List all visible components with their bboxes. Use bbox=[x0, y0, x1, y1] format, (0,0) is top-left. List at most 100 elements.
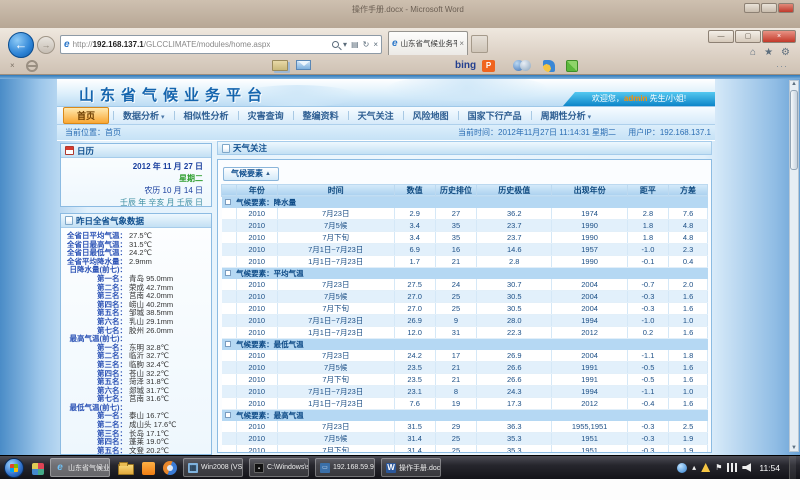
climate-element-button[interactable]: 气候要素 ▲ bbox=[223, 167, 279, 181]
close-button[interactable]: × bbox=[762, 30, 796, 43]
main-panel-body: 气候要素 ▲ 年份时间数值历史排位历史极值出现年份距平方差气候要素：降水量201… bbox=[217, 159, 712, 453]
weather-data-table: 年份时间数值历史排位历史极值出现年份距平方差气候要素：降水量20107月23日2… bbox=[221, 184, 708, 454]
table-row[interactable]: 20107月1日~7月23日26.9928.01994-1.01.0 bbox=[222, 314, 708, 326]
maximize-button[interactable]: ▢ bbox=[735, 30, 761, 43]
compatibility-view-icon[interactable]: ▤ bbox=[351, 40, 359, 49]
table-row[interactable]: 20107月5候27.02530.52004-0.31.6 bbox=[222, 290, 708, 302]
table-row[interactable]: 20107月23日2.92736.219742.87.6 bbox=[222, 208, 708, 220]
table-row[interactable]: 20107月1日~7月23日23.1824.31994-1.11.0 bbox=[222, 385, 708, 397]
green-cubes-icon[interactable] bbox=[566, 60, 578, 72]
start-button[interactable] bbox=[4, 458, 24, 478]
table-row[interactable]: 20107月5候3.43523.719901.84.8 bbox=[222, 219, 708, 231]
scrollbar-thumb[interactable] bbox=[790, 90, 798, 170]
new-tab-button[interactable] bbox=[471, 35, 488, 53]
status-row: 当前位置：首页 当前时间：2012年11月27日 11:14:31 星期二 用户… bbox=[57, 125, 715, 141]
group-checkbox[interactable] bbox=[225, 412, 231, 418]
favorites-star-icon[interactable]: ★ bbox=[764, 47, 773, 58]
column-header: 年份 bbox=[236, 184, 277, 196]
nav-item-3[interactable]: 相似性分析 bbox=[175, 109, 238, 122]
address-bar[interactable]: e http://192.168.137.1/GLCCLIMATE/module… bbox=[60, 35, 382, 54]
nav-item-1[interactable]: 首页 bbox=[63, 107, 109, 124]
bg-close-icon bbox=[778, 3, 794, 13]
table-row[interactable]: 20107月1日~7月23日6.91614.61957-1.02.3 bbox=[222, 243, 708, 255]
browser-tab[interactable]: e 山东省气候业务平... × bbox=[388, 31, 468, 55]
document-icon bbox=[222, 144, 230, 153]
table-row[interactable]: 20107月5候23.52126.61991-0.51.6 bbox=[222, 361, 708, 373]
group-checkbox[interactable] bbox=[225, 199, 231, 205]
nav-item-8[interactable]: 国家下行产品 bbox=[459, 109, 531, 122]
minimize-button[interactable]: — bbox=[708, 30, 734, 43]
taskbar-button[interactable]: ▪C:\Windows\s... bbox=[249, 458, 309, 477]
table-row[interactable]: 20101月1日~7月23日12.03122.320120.21.6 bbox=[222, 326, 708, 338]
stop-icon[interactable]: × bbox=[373, 40, 378, 49]
site-header: 山东省气候业务平台 欢迎您，admin 先生/小姐! bbox=[57, 79, 715, 107]
discs-icon[interactable] bbox=[513, 60, 531, 72]
volume-icon[interactable] bbox=[742, 463, 751, 472]
nav-item-4[interactable]: 灾害查询 bbox=[239, 109, 293, 122]
taskbar-button[interactable]: ▦Win2008 (VS2... bbox=[183, 458, 243, 477]
forward-button[interactable]: → bbox=[37, 36, 55, 54]
background-window-controls bbox=[744, 3, 794, 13]
table-row[interactable]: 20107月5候31.42535.31951-0.31.9 bbox=[222, 432, 708, 444]
bing-box-icon[interactable]: P bbox=[482, 60, 495, 72]
cloud-decoration bbox=[387, 79, 547, 101]
table-group-row: 气候要素：降水量 bbox=[222, 196, 708, 208]
globe-tray-icon[interactable] bbox=[677, 463, 687, 473]
remote-icon: ▭ bbox=[320, 463, 330, 473]
taskbar-button[interactable]: W操作手册.docx ... bbox=[381, 458, 441, 477]
blocked-circle-icon[interactable] bbox=[26, 60, 38, 72]
chevron-down-icon[interactable]: ▾ bbox=[343, 40, 347, 49]
hidden-icons-chevron[interactable]: ▴ bbox=[692, 463, 696, 472]
table-row[interactable]: 20107月23日24.21726.92004-1.11.8 bbox=[222, 350, 708, 362]
table-row[interactable]: 20107月下旬23.52126.61991-0.51.6 bbox=[222, 373, 708, 385]
nav-item-5[interactable]: 整编资料 bbox=[294, 109, 348, 122]
toolbar-more-icon[interactable]: ··· bbox=[776, 61, 788, 71]
action-center-flag-icon[interactable]: ⚑ bbox=[715, 463, 722, 472]
media-player-icon[interactable] bbox=[163, 461, 177, 475]
table-row[interactable]: 20101月1日~7月23日7.61917.32012-0.41.6 bbox=[222, 397, 708, 409]
network-icon[interactable] bbox=[727, 463, 737, 472]
refresh-icon[interactable]: ↻ bbox=[363, 40, 370, 49]
taskbar-button[interactable]: ▭192.168.59.99... bbox=[315, 458, 375, 477]
vertical-scrollbar[interactable]: ▲ ▼ bbox=[789, 80, 799, 452]
show-desktop-button[interactable] bbox=[789, 456, 796, 480]
table-group-row: 气候要素：平均气温 bbox=[222, 267, 708, 279]
group-checkbox[interactable] bbox=[225, 270, 231, 276]
nav-item-2[interactable]: 数据分析▾ bbox=[114, 109, 174, 122]
system-tray: ▴ ⚑ 11:54 bbox=[677, 456, 796, 480]
nav-item-6[interactable]: 天气关注 bbox=[349, 109, 403, 122]
chevron-down-icon: ▾ bbox=[588, 114, 592, 121]
nav-item-7[interactable]: 风险地图 bbox=[404, 109, 458, 122]
taskbar-clock[interactable]: 11:54 bbox=[759, 463, 780, 473]
table-row[interactable]: 20101月1日~7月23日1.7212.81990-0.10.4 bbox=[222, 255, 708, 267]
table-row[interactable]: 20107月23日27.52430.72004-0.72.0 bbox=[222, 279, 708, 291]
mail-icon[interactable] bbox=[296, 60, 311, 70]
bird-icon[interactable] bbox=[543, 60, 555, 72]
browser-command-icons: ⌂ ★ ⚙ bbox=[750, 47, 790, 58]
search-icon[interactable] bbox=[332, 41, 339, 48]
current-time-label: 当前时间：2012年11月27日 11:14:31 星期二 bbox=[458, 128, 616, 137]
scroll-down-icon[interactable]: ▼ bbox=[790, 445, 798, 451]
table-row[interactable]: 20107月下旬27.02530.52004-0.31.6 bbox=[222, 302, 708, 314]
taskbar-button-label: 操作手册.docx ... bbox=[399, 463, 441, 473]
cards-icon[interactable] bbox=[272, 60, 288, 71]
orange-app-icon[interactable] bbox=[142, 462, 155, 475]
folder-icon[interactable] bbox=[118, 464, 134, 475]
bing-logo[interactable]: bing bbox=[455, 60, 476, 71]
pinned-app-icon[interactable] bbox=[32, 463, 44, 475]
back-button[interactable]: ← bbox=[8, 32, 34, 58]
home-icon[interactable]: ⌂ bbox=[750, 47, 756, 58]
tools-gear-icon[interactable]: ⚙ bbox=[781, 47, 790, 58]
table-row[interactable]: 20107月23日31.52936.31955,1951-0.32.5 bbox=[222, 421, 708, 433]
taskbar-button[interactable]: e山东省气候业... bbox=[50, 458, 110, 477]
table-row[interactable]: 20107月下旬31.42535.31951-0.31.9 bbox=[222, 444, 708, 453]
tab-close-icon[interactable]: × bbox=[459, 39, 464, 48]
nav-item-9[interactable]: 周期性分析▾ bbox=[532, 109, 601, 122]
scroll-up-icon[interactable]: ▲ bbox=[790, 81, 798, 87]
breadcrumb: 当前位置：首页 bbox=[65, 125, 121, 141]
warning-tray-icon[interactable] bbox=[701, 463, 710, 472]
table-row[interactable]: 20107月下旬3.43523.719901.84.8 bbox=[222, 231, 708, 243]
calendar-icon bbox=[65, 146, 74, 155]
group-checkbox[interactable] bbox=[225, 341, 231, 347]
toolbar-close-icon[interactable]: × bbox=[10, 61, 15, 70]
